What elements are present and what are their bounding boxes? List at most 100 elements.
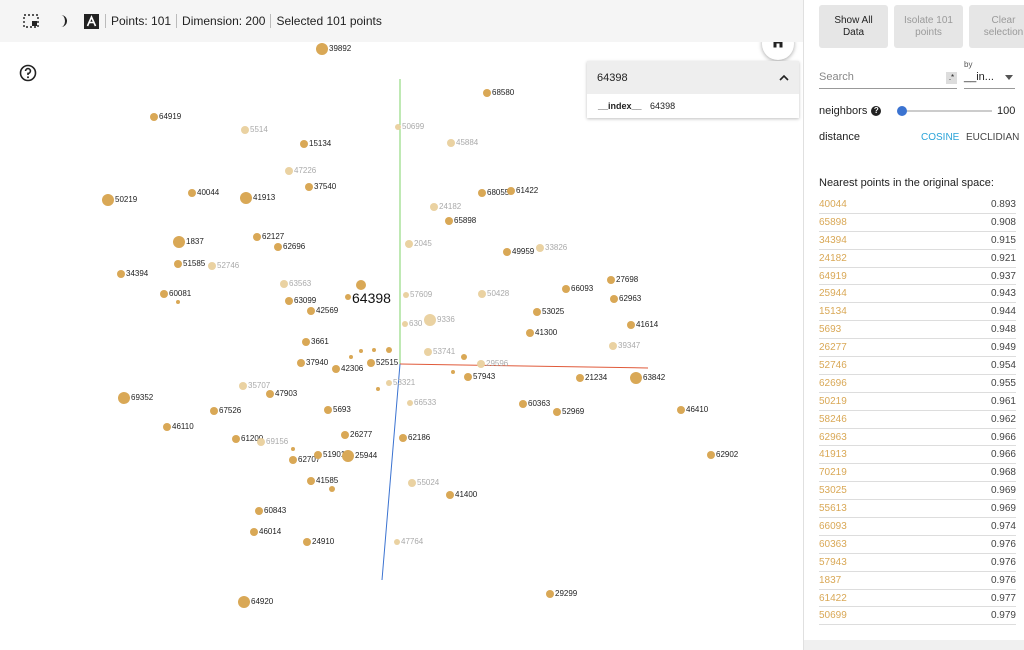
- point-dot[interactable]: [478, 189, 486, 197]
- nearest-point-row[interactable]: 61422 0.977: [819, 590, 1016, 608]
- help-icon[interactable]: ?: [871, 106, 882, 116]
- point-dot[interactable]: [274, 243, 282, 251]
- scatter-point[interactable]: 64919: [150, 113, 181, 121]
- scatter-point[interactable]: 62963: [610, 295, 641, 303]
- nearest-point-row[interactable]: 58246 0.962: [819, 411, 1016, 429]
- point-dot[interactable]: [303, 538, 311, 546]
- chevron-up-icon[interactable]: [779, 72, 789, 84]
- nearest-point-id[interactable]: 1837: [819, 575, 841, 586]
- scatter-point[interactable]: 26277: [341, 431, 372, 439]
- scatter-point[interactable]: 66093: [562, 285, 593, 293]
- point-dot[interactable]: [341, 431, 349, 439]
- nearest-point-row[interactable]: 53025 0.969: [819, 482, 1016, 501]
- slider-knob[interactable]: [896, 106, 907, 116]
- scatter-point[interactable]: 60363: [519, 400, 550, 408]
- nearest-point-row[interactable]: 65898 0.908: [819, 214, 1016, 232]
- nearest-point-row[interactable]: 64919 0.937: [819, 268, 1016, 286]
- nearest-point-id[interactable]: 60363: [819, 539, 847, 550]
- nearest-point-row[interactable]: 70219 0.968: [819, 464, 1016, 483]
- point-dot[interactable]: [402, 320, 408, 327]
- point-dot[interactable]: [349, 355, 353, 359]
- point-dot[interactable]: [394, 538, 400, 545]
- scatter-point[interactable]: 5693: [324, 406, 351, 414]
- point-dot[interactable]: [386, 379, 392, 386]
- scatter-point[interactable]: 69352: [118, 392, 153, 404]
- point-dot[interactable]: [536, 244, 544, 252]
- scatter-point[interactable]: 52969: [553, 408, 584, 416]
- scatter-point[interactable]: 68055: [478, 189, 509, 197]
- scatter-point[interactable]: 66533: [407, 399, 436, 407]
- scatter-point[interactable]: 46110: [163, 423, 194, 431]
- point-dot[interactable]: [610, 295, 618, 303]
- scatter-point[interactable]: 5514: [241, 126, 268, 134]
- clear-selection-button[interactable]: Clear selection: [969, 5, 1024, 48]
- point-dot[interactable]: [372, 348, 376, 352]
- nearest-point-row[interactable]: 62696 0.955: [819, 375, 1016, 393]
- point-dot[interactable]: [553, 408, 561, 416]
- scatter-point[interactable]: 630: [402, 320, 422, 328]
- scatter-point[interactable]: 60081: [160, 290, 191, 298]
- scatter-point[interactable]: 37540: [305, 183, 336, 191]
- point-dot[interactable]: [332, 365, 340, 373]
- nearest-point-id[interactable]: 26277: [819, 342, 847, 353]
- nearest-point-id[interactable]: 66093: [819, 521, 847, 532]
- point-dot[interactable]: [478, 290, 486, 298]
- nearest-point-id[interactable]: 41913: [819, 449, 847, 460]
- scatter-point[interactable]: 46410: [677, 406, 708, 414]
- scatter-point[interactable]: 39347: [609, 342, 640, 350]
- point-dot[interactable]: [297, 359, 305, 367]
- scatter-point[interactable]: 42306: [332, 365, 363, 373]
- nearest-point-id[interactable]: 57943: [819, 557, 847, 568]
- point-dot[interactable]: [266, 390, 274, 398]
- scatter-point[interactable]: 29299: [546, 590, 577, 598]
- point-dot[interactable]: [241, 126, 249, 134]
- point-dot[interactable]: [424, 314, 436, 326]
- point-dot[interactable]: [309, 481, 313, 485]
- scatter-point[interactable]: 47226: [285, 167, 316, 175]
- nearest-point-id[interactable]: 25944: [819, 288, 847, 299]
- show-all-data-button[interactable]: Show All Data: [819, 5, 888, 48]
- point-dot[interactable]: [630, 372, 642, 384]
- scatter-point[interactable]: 1837: [173, 236, 204, 248]
- scatter-point[interactable]: 41614: [627, 321, 658, 329]
- nearest-point-id[interactable]: 24182: [819, 253, 847, 264]
- point-dot[interactable]: [408, 479, 416, 487]
- metadata-card-header[interactable]: 64398: [587, 61, 799, 94]
- point-dot[interactable]: [399, 434, 407, 442]
- point-dot[interactable]: [576, 374, 584, 382]
- point-dot[interactable]: [359, 349, 363, 353]
- scatter-point[interactable]: 21234: [576, 374, 607, 382]
- nearest-point-row[interactable]: 60363 0.976: [819, 536, 1016, 554]
- point-dot[interactable]: [291, 447, 295, 451]
- point-dot[interactable]: [289, 456, 297, 464]
- scatter-point[interactable]: 69156: [257, 438, 288, 446]
- point-dot[interactable]: [424, 348, 432, 356]
- distance-euclidian-button[interactable]: EUCLIDIAN: [966, 132, 1019, 143]
- scatter-point[interactable]: 29596: [477, 360, 508, 368]
- point-dot[interactable]: [257, 438, 265, 446]
- point-dot[interactable]: [285, 167, 293, 175]
- point-dot[interactable]: [526, 329, 534, 337]
- point-dot[interactable]: [174, 260, 182, 268]
- nearest-point-row[interactable]: 15134 0.944: [819, 303, 1016, 322]
- scatter-point[interactable]: 41913: [240, 192, 275, 204]
- point-dot[interactable]: [483, 89, 491, 97]
- point-dot[interactable]: [173, 236, 185, 248]
- nearest-point-id[interactable]: 62696: [819, 378, 847, 389]
- panel-scrollbar[interactable]: [804, 640, 1024, 650]
- scatter-point[interactable]: 62696: [274, 243, 305, 251]
- nearest-point-row[interactable]: 66093 0.974: [819, 518, 1016, 536]
- scatter-point[interactable]: 52746: [208, 262, 239, 270]
- scatter-point[interactable]: 60843: [255, 507, 286, 515]
- nearest-point-id[interactable]: 52746: [819, 360, 847, 371]
- scatter-point[interactable]: 50699: [395, 123, 424, 131]
- nearest-point-row[interactable]: 55613 0.969: [819, 500, 1016, 519]
- point-dot[interactable]: [451, 370, 455, 374]
- point-dot[interactable]: [345, 294, 351, 300]
- scatter-point[interactable]: 53321: [386, 379, 415, 387]
- point-dot[interactable]: [546, 590, 554, 598]
- nearest-point-id[interactable]: 50219: [819, 396, 847, 407]
- nearest-point-row[interactable]: 40044 0.893: [819, 196, 1016, 214]
- point-dot[interactable]: [395, 123, 401, 130]
- scatter-point[interactable]: 42569: [307, 307, 338, 315]
